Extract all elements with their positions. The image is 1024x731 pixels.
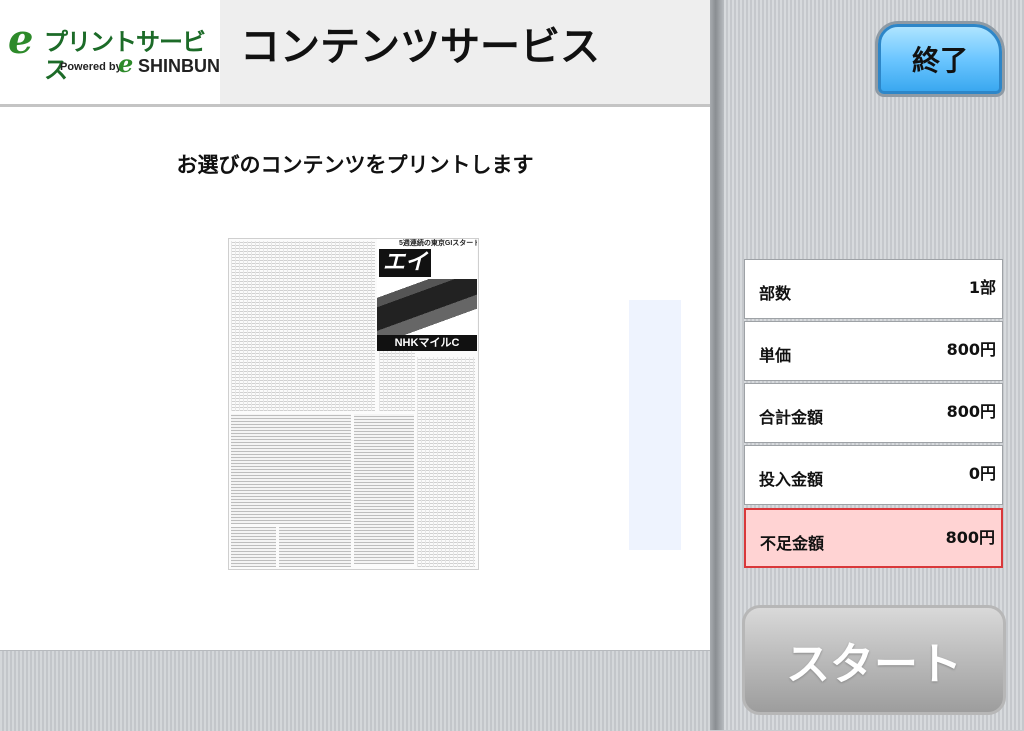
- preview-text-block: [354, 414, 414, 564]
- preview-text-block: [279, 527, 351, 567]
- main-content: お選びのコンテンツをプリントします エイト 5週連続の東京GIスタート! NHK…: [0, 107, 710, 650]
- logo-e-mark-small: e: [118, 49, 134, 78]
- total-amount-row: 合計金額 800円: [744, 383, 1003, 443]
- inserted-amount-value: 0円: [968, 464, 996, 483]
- shortage-amount-label: 不足金額: [760, 534, 825, 553]
- content-preview-image: エイト 5週連続の東京GIスタート! NHKマイルC: [228, 238, 479, 570]
- preview-text-block: [231, 414, 351, 524]
- preview-text-block: [231, 527, 276, 567]
- inserted-amount-label: 投入金額: [759, 470, 824, 489]
- end-button[interactable]: 終了: [878, 24, 1002, 94]
- panel-divider: [710, 0, 724, 730]
- total-amount-label: 合計金額: [759, 408, 824, 427]
- start-button[interactable]: スタート: [742, 605, 1006, 715]
- copies-value: 1部: [968, 278, 996, 297]
- unit-price-row: 単価 800円: [744, 321, 1003, 381]
- page-title: コンテンツサービス: [240, 24, 600, 70]
- eprint-logo: e プリントサービス Powered by e SHINBUN: [0, 0, 220, 104]
- shortage-amount-value: 800円: [945, 528, 995, 547]
- total-amount-value: 800円: [946, 402, 996, 421]
- unit-price-label: 単価: [759, 346, 792, 365]
- logo-e-mark: e: [8, 16, 34, 63]
- preview-masthead-logo: エイト: [379, 249, 431, 303]
- preview-headline: NHKマイルC: [377, 335, 477, 351]
- preview-text-block: [379, 351, 415, 411]
- instruction-text: お選びのコンテンツをプリントします: [176, 153, 534, 177]
- logo-powered-by: Powered by: [60, 61, 122, 73]
- preview-text-block: [417, 357, 475, 567]
- copies-label: 部数: [759, 284, 792, 303]
- preview-horse-photo: [377, 279, 477, 337]
- preview-top-line: 5週連続の東京GIスタート!: [399, 240, 477, 247]
- logo-partner-name: SHINBUN: [138, 56, 221, 76]
- preview-masthead: エイト: [377, 239, 477, 339]
- copies-row: 部数 1部: [744, 259, 1003, 319]
- shortage-amount-row: 不足金額 800円: [744, 508, 1003, 568]
- preview-side-panel: [629, 300, 681, 550]
- footer-bar: [0, 650, 710, 731]
- preview-race-table: [231, 241, 375, 411]
- inserted-amount-row: 投入金額 0円: [744, 445, 1003, 505]
- unit-price-value: 800円: [946, 340, 996, 359]
- header-bar: e プリントサービス Powered by e SHINBUN コンテンツサービ…: [0, 0, 710, 104]
